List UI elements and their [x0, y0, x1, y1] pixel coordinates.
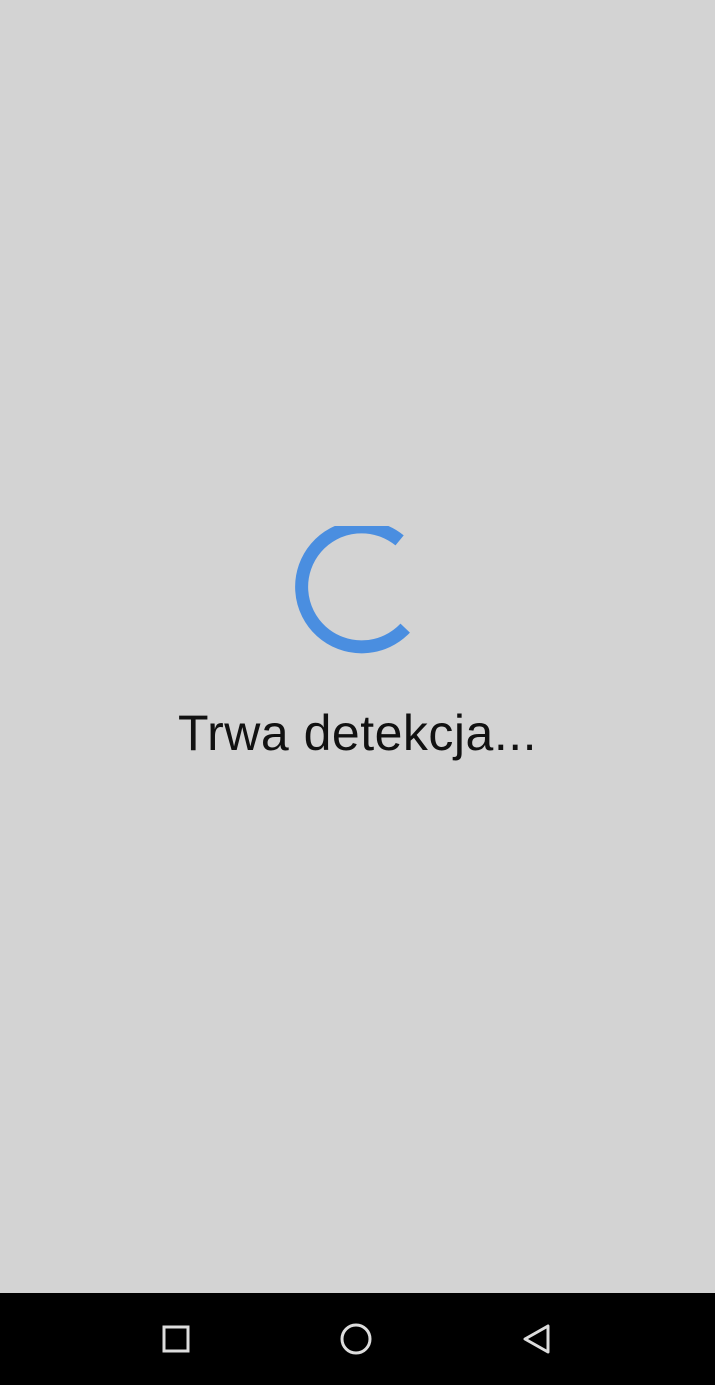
main-content: Trwa detekcja...: [0, 0, 715, 1293]
back-button[interactable]: [487, 1293, 587, 1385]
recent-apps-button[interactable]: [126, 1293, 226, 1385]
circle-icon: [340, 1323, 372, 1355]
home-button[interactable]: [306, 1293, 406, 1385]
square-icon: [162, 1325, 190, 1353]
loading-spinner-icon: [295, 526, 410, 654]
detection-status-text: Trwa detekcja...: [177, 705, 538, 761]
system-navigation-bar: [0, 1293, 715, 1385]
triangle-back-icon: [523, 1324, 550, 1354]
detection-screen: Trwa detekcja...: [0, 0, 715, 1385]
